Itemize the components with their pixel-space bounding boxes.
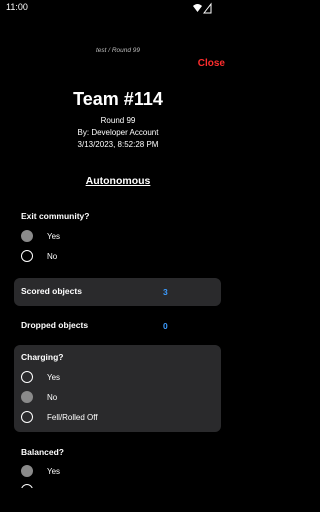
option-label: Yes [47,231,61,241]
page-title: Team #114 [73,89,163,109]
exit-community-option-yes[interactable]: Yes [21,228,60,244]
charging-option-yes[interactable]: Yes [21,369,60,385]
scored-objects-counter[interactable]: Scored objects 3 [14,278,221,306]
radio-unselected-icon[interactable] [21,484,33,488]
scored-objects-label: Scored objects [21,286,82,296]
option-label: Fell/Rolled Off [47,412,98,422]
dropped-objects-value: 0 [163,321,168,331]
scored-objects-value: 3 [163,287,168,297]
dropped-objects-label: Dropped objects [21,320,89,330]
radio-selected-icon[interactable] [21,465,33,477]
close-button[interactable]: Close [198,58,225,69]
option-label: No [47,392,58,402]
exit-community-question: Exit community? [21,211,90,221]
balanced-option-yes[interactable]: Yes [21,463,60,479]
charging-panel: Charging? Yes No Fell/Rolled Off [14,345,221,432]
option-label: Yes [47,372,61,382]
charging-option-no[interactable]: No [21,389,57,405]
charging-question: Charging? [21,352,64,362]
radio-selected-icon[interactable] [21,391,33,403]
wifi-icon [193,4,202,12]
option-label: Yes [47,466,61,476]
radio-unselected-icon[interactable] [21,250,33,262]
match-meta: Round 99 By: Developer Account 3/13/2023… [0,115,236,151]
charging-option-fell-off[interactable]: Fell/Rolled Off [21,409,98,425]
balanced-question: Balanced? [21,447,64,457]
radio-unselected-icon[interactable] [21,411,33,423]
exit-community-option-no[interactable]: No [21,248,57,264]
status-time: 11:00 [6,2,28,12]
radio-unselected-icon[interactable] [21,371,33,383]
radio-selected-icon[interactable] [21,230,33,242]
status-icons [193,2,212,14]
breadcrumb: test / Round 99 [95,47,141,54]
option-label: No [47,251,58,261]
section-title: Autonomous [85,175,151,187]
timestamp-label: 3/13/2023, 8:52:28 PM [77,140,159,149]
signal-icon [202,2,212,14]
round-label: Round 99 [100,116,136,125]
author-label: By: Developer Account [77,128,159,137]
status-bar: 11:00 [0,0,236,16]
